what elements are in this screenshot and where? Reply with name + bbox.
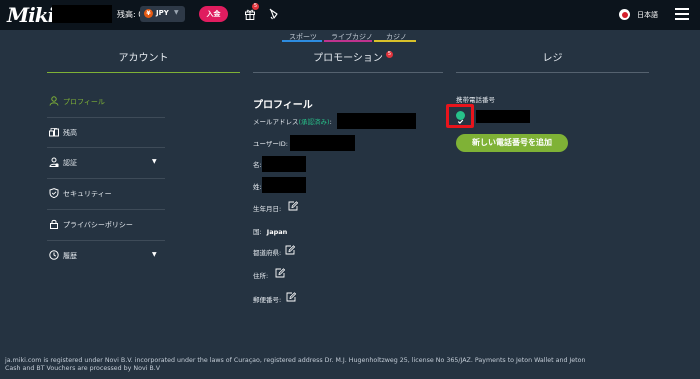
redacted-first-name <box>262 156 306 172</box>
first-name-label: 名: <box>253 161 262 169</box>
redacted-email <box>337 113 416 129</box>
sidebar-item-label: プライバシーポリシー <box>63 221 133 229</box>
sidebar-item-profile[interactable]: プロフィール <box>47 89 165 113</box>
email-label: メールアドレス <box>253 118 299 126</box>
footer-line-1: ja.miki.com is registered under Novi B.V… <box>5 357 586 364</box>
tab-cashier-underline <box>456 72 649 73</box>
lock-icon <box>50 219 58 229</box>
bell-icon[interactable] <box>268 8 280 20</box>
menu-icon[interactable] <box>675 8 689 20</box>
profile-title: プロフィール <box>253 100 313 111</box>
sidebar-item-verification[interactable]: 認証 ▼ <box>47 150 165 174</box>
user-icon <box>49 96 59 106</box>
tab-account-underline <box>47 72 240 73</box>
sidebar-item-history[interactable]: 履歴 ▼ <box>47 243 165 267</box>
edit-birthdate-icon[interactable] <box>288 201 298 211</box>
phone-label: 携帯電話番号 <box>456 96 495 104</box>
email-field: メールアドレス(承認済み): <box>253 116 332 126</box>
shield-icon <box>49 188 59 198</box>
sidebar-item-label: 履歴 <box>63 252 77 260</box>
birthdate-label: 生年月日: <box>253 205 282 213</box>
chevron-down-icon: ▼ <box>174 9 179 16</box>
country-value: Japan <box>266 228 288 236</box>
sidebar-divider <box>47 147 165 148</box>
tab-promotion[interactable]: プロモーション <box>253 52 443 74</box>
edit-prefecture-icon[interactable] <box>285 245 295 255</box>
chevron-down-icon: ▼ <box>152 251 157 258</box>
tab-promotion-underline <box>253 72 443 73</box>
tab-casino-underline <box>374 40 416 42</box>
prefecture-label: 都道府県: <box>253 249 282 257</box>
top-bar: Miki 残高: 0 ¥ JPY ▼ 入金 5 日本語 <box>0 0 700 30</box>
sidebar-item-label: 認証 <box>63 159 77 167</box>
redacted-phone-number <box>476 110 530 123</box>
sidebar-divider <box>47 240 165 241</box>
yen-coin-icon: ¥ <box>144 9 153 18</box>
user-id-label: ユーザーID: <box>253 140 288 148</box>
email-colon: : <box>329 118 332 126</box>
sidebar-item-security[interactable]: セキュリティー <box>47 181 165 205</box>
logo[interactable]: Miki <box>7 3 55 27</box>
tab-live-casino-underline <box>324 40 372 42</box>
redacted-last-name <box>262 177 306 193</box>
deposit-button[interactable]: 入金 <box>199 6 228 22</box>
tab-cashier[interactable]: レジ <box>456 52 649 74</box>
currency-select[interactable]: ¥ JPY ▼ <box>140 6 185 22</box>
japan-flag-icon[interactable] <box>619 9 630 20</box>
sidebar-item-label: セキュリティー <box>63 190 112 198</box>
last-name-label: 姓: <box>253 183 262 191</box>
gift-badge: 5 <box>252 3 259 10</box>
phone-verified-check[interactable] <box>456 111 465 124</box>
history-icon <box>49 250 59 260</box>
sidebar-item-privacy-policy[interactable]: プライバシーポリシー <box>47 212 165 236</box>
country-field: 国: Japan <box>253 226 287 236</box>
language-select[interactable]: 日本語 <box>637 10 658 20</box>
footer-legal-text: ja.miki.com is registered under Novi B.V… <box>5 357 695 373</box>
edit-address-icon[interactable] <box>275 268 285 278</box>
tab-account[interactable]: アカウント <box>47 52 240 74</box>
email-verified-status: (承認済み) <box>298 118 330 126</box>
country-label: 国: <box>253 228 262 236</box>
verification-icon <box>49 157 59 167</box>
promotion-badge: 5 <box>386 51 393 58</box>
sidebar-item-balance[interactable]: 残高 <box>47 120 165 144</box>
sidebar-item-label: 残高 <box>63 129 77 137</box>
sidebar-item-label: プロフィール <box>63 98 105 106</box>
redacted-username <box>52 5 112 23</box>
postal-code-label: 郵便番号: <box>253 296 282 304</box>
sidebar-divider <box>47 178 165 179</box>
currency-value: JPY <box>156 9 169 17</box>
check-icon <box>457 119 464 124</box>
address-label: 住所: <box>253 272 269 280</box>
tab-sports-underline <box>282 40 322 42</box>
balance-icon <box>49 128 59 137</box>
footer-line-2: Cash and BT Vouchers are processed by No… <box>5 365 161 372</box>
add-phone-number-button[interactable]: 新しい電話番号を追加 <box>456 134 568 152</box>
sidebar-divider <box>47 117 165 118</box>
redacted-user-id <box>290 135 355 151</box>
sidebar-divider <box>47 209 165 210</box>
chevron-down-icon: ▼ <box>152 158 157 165</box>
edit-postal-code-icon[interactable] <box>286 292 296 302</box>
